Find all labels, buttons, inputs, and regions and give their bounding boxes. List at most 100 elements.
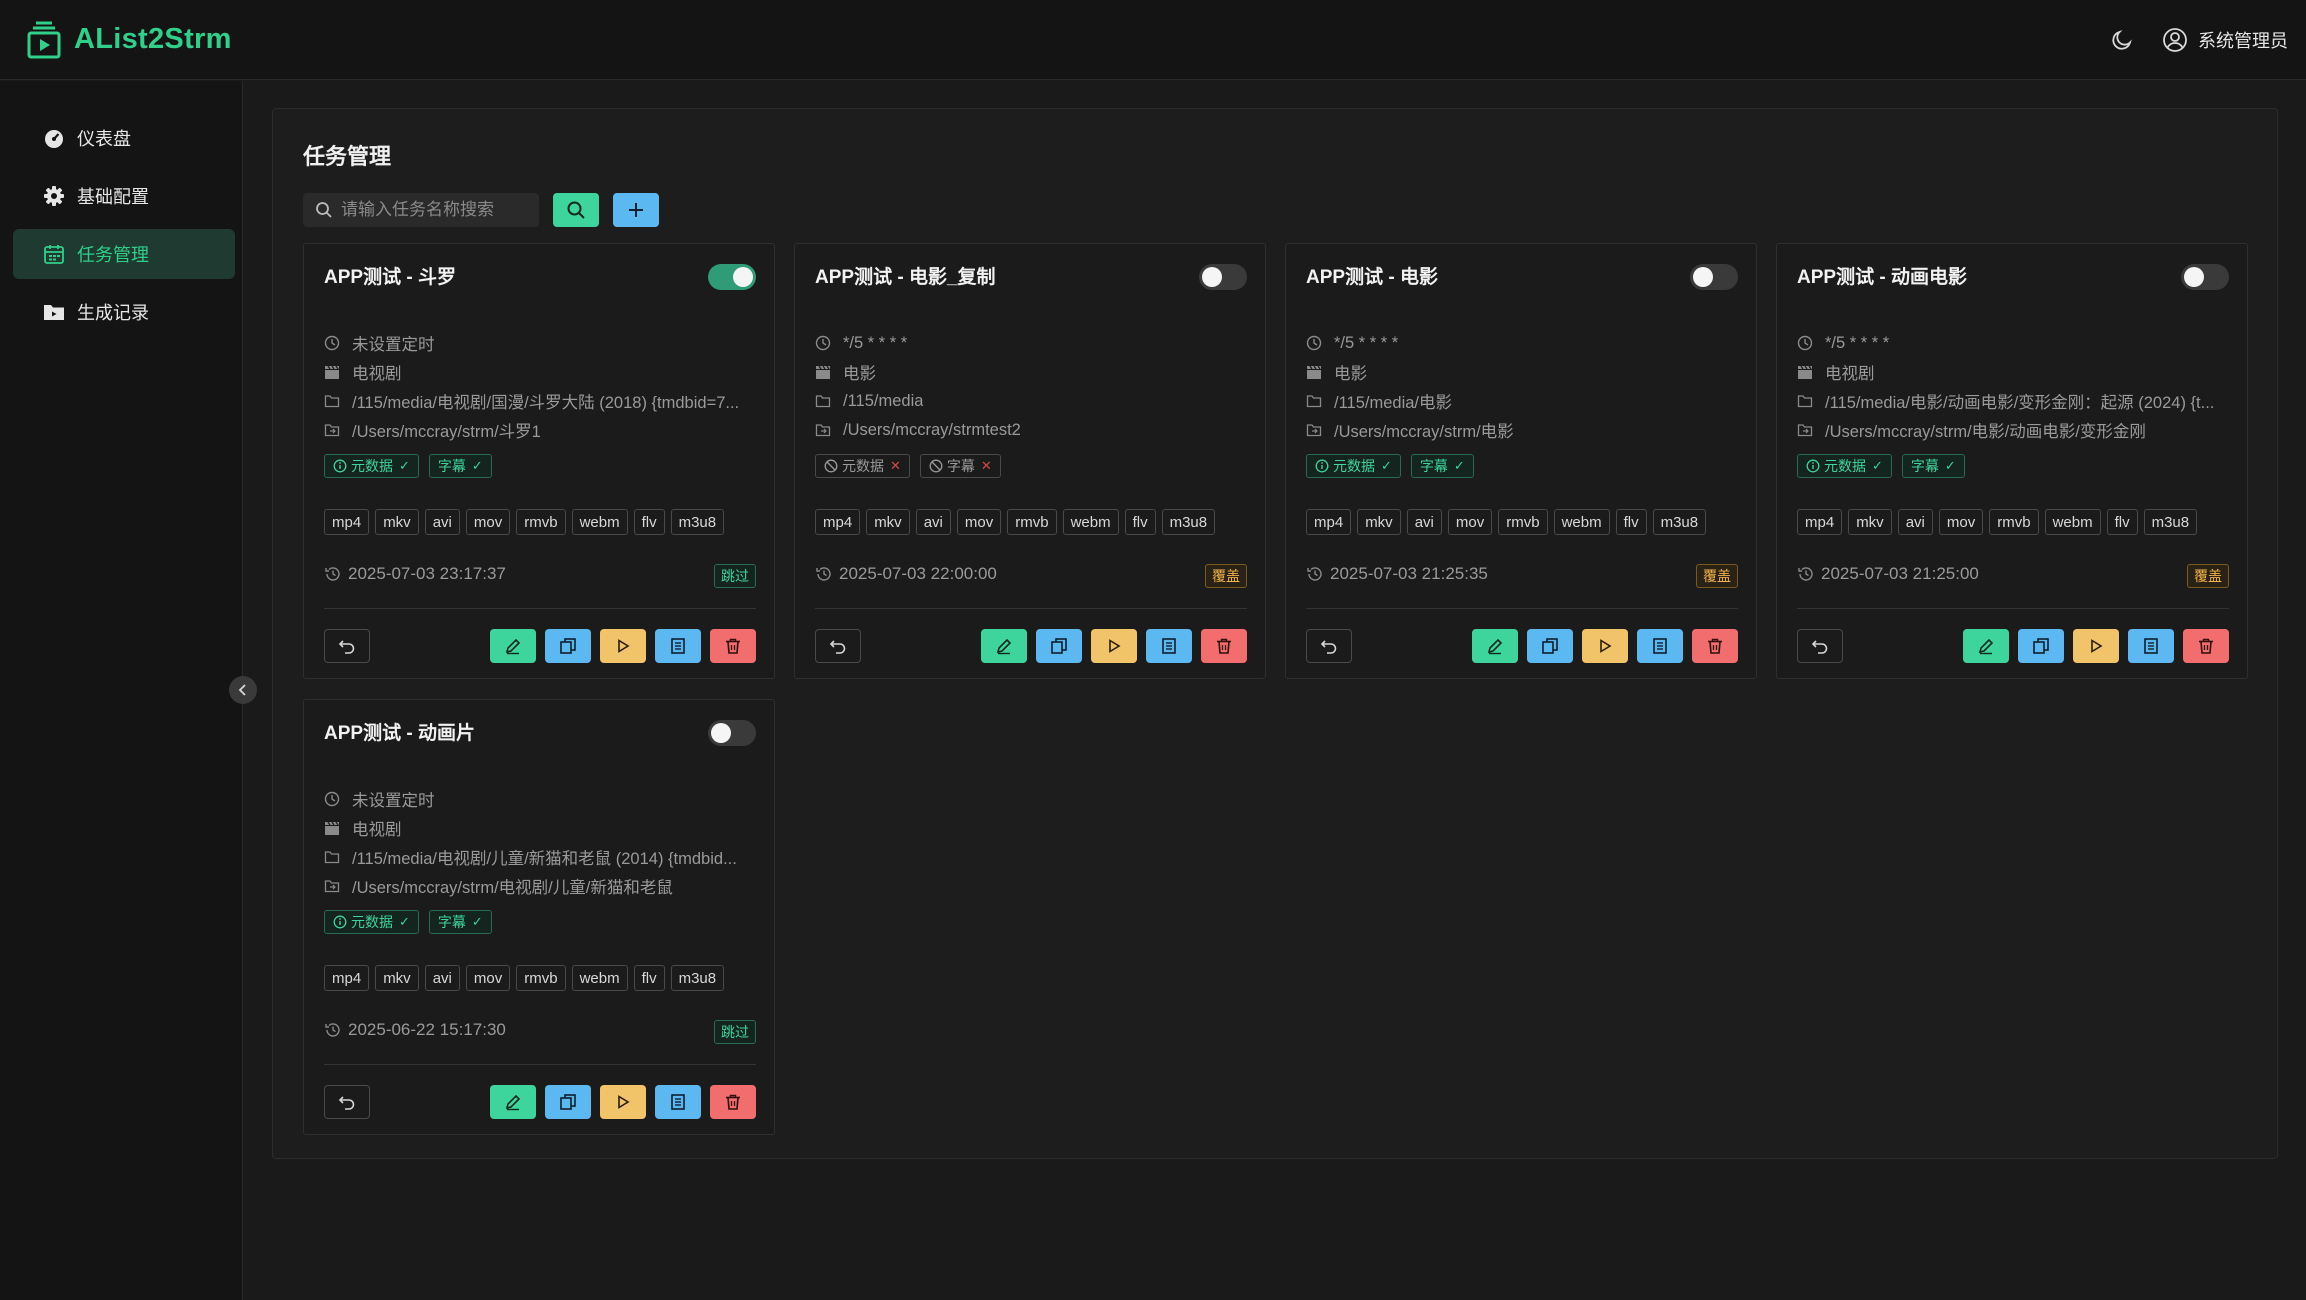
ext-tag: mkv [1357, 509, 1401, 535]
pencil-icon [505, 638, 521, 655]
brand[interactable]: AList2Strm [26, 20, 232, 60]
moon-icon [2112, 29, 2132, 50]
check-icon: ✓ [471, 914, 483, 929]
pencil-icon [1978, 638, 1994, 655]
sidebar-item-generation-records[interactable]: 生成记录 [13, 287, 235, 337]
ext-tag: mov [1938, 509, 1984, 535]
play-icon [2091, 639, 2103, 653]
sidebar-item-label: 任务管理 [77, 245, 149, 265]
metadata-badge: 元数据 ✓ [1306, 454, 1401, 478]
gear-icon [44, 186, 64, 206]
info-icon [1806, 459, 1820, 473]
ext-tag: m3u8 [670, 509, 725, 535]
check-icon: ✓ [399, 458, 410, 473]
log-button[interactable] [655, 629, 701, 663]
history-icon [816, 567, 831, 581]
sidebar-item-dashboard[interactable]: 仪表盘 [13, 113, 235, 163]
ext-tag: mp4 [1797, 509, 1843, 535]
trash-icon [1217, 638, 1231, 654]
metadata-badge: 元数据 ✓ [1797, 454, 1892, 478]
chevron-left-icon [238, 684, 246, 696]
extension-tags: mp4 mkv avi mov rmvb webm flv m3u8 [1797, 509, 2203, 535]
check-icon: ✓ [471, 458, 483, 473]
search-button[interactable] [553, 193, 599, 227]
user-menu[interactable]: 系统管理员 [2162, 27, 2288, 53]
mode-badge: 跳过 [714, 1020, 756, 1044]
ext-tag: mkv [866, 509, 910, 535]
pencil-icon [505, 1094, 521, 1111]
ext-tag: mp4 [324, 965, 370, 991]
delete-button[interactable] [2183, 629, 2229, 663]
copy-icon [560, 1094, 576, 1110]
log-button[interactable] [2128, 629, 2174, 663]
last-run-time: 2025-07-03 23:17:37 [324, 564, 506, 584]
mode-badge: 覆盖 [1696, 564, 1738, 588]
task-enable-toggle[interactable] [1199, 264, 1247, 290]
run-button[interactable] [600, 1085, 646, 1119]
edit-button[interactable] [1472, 629, 1518, 663]
edit-button[interactable] [490, 1085, 536, 1119]
disabled-icon [824, 459, 838, 473]
ext-tag: m3u8 [1161, 509, 1216, 535]
task-enable-toggle[interactable] [1690, 264, 1738, 290]
folder-export-icon [324, 424, 340, 437]
search-field[interactable] [303, 193, 539, 227]
reset-button[interactable] [324, 629, 370, 663]
task-source-path: /115/media/电影/动画电影/变形金刚：起源 (2024) {t... [1797, 390, 2233, 412]
task-schedule: */5 * * * * [815, 332, 1251, 354]
delete-button[interactable] [710, 629, 756, 663]
reset-button[interactable] [815, 629, 861, 663]
sidebar-collapse-button[interactable] [229, 676, 257, 704]
info-icon [333, 459, 347, 473]
run-button[interactable] [1091, 629, 1137, 663]
dark-mode-toggle[interactable] [2108, 26, 2136, 54]
copy-button[interactable] [1527, 629, 1573, 663]
copy-button[interactable] [2018, 629, 2064, 663]
trash-icon [726, 638, 740, 654]
mode-badge: 覆盖 [2187, 564, 2229, 588]
metadata-badge: 元数据 ✓ [324, 910, 419, 934]
reset-button[interactable] [1306, 629, 1352, 663]
delete-button[interactable] [710, 1085, 756, 1119]
folder-icon [324, 395, 340, 408]
run-button[interactable] [600, 629, 646, 663]
copy-button[interactable] [1036, 629, 1082, 663]
disabled-icon [929, 459, 943, 473]
add-task-button[interactable] [613, 193, 659, 227]
copy-button[interactable] [545, 629, 591, 663]
ext-tag: flv [633, 509, 665, 535]
reset-button[interactable] [324, 1085, 370, 1119]
task-source-path: /115/media [815, 390, 1251, 412]
copy-icon [1542, 638, 1558, 654]
edit-button[interactable] [981, 629, 1027, 663]
extension-tags: mp4 mkv avi mov rmvb webm flv m3u8 [815, 509, 1221, 535]
task-enable-toggle[interactable] [708, 264, 756, 290]
undo-icon [1320, 640, 1337, 654]
folder-export-icon [1306, 424, 1322, 437]
run-button[interactable] [2073, 629, 2119, 663]
sidebar-item-label: 仪表盘 [77, 129, 131, 149]
sidebar-item-label: 生成记录 [77, 303, 149, 323]
ext-tag: mkv [375, 965, 419, 991]
history-icon [325, 1023, 340, 1037]
log-button[interactable] [1146, 629, 1192, 663]
task-enable-toggle[interactable] [2181, 264, 2229, 290]
delete-button[interactable] [1692, 629, 1738, 663]
edit-button[interactable] [1963, 629, 2009, 663]
search-input[interactable] [341, 200, 531, 220]
ext-tag: mp4 [324, 509, 370, 535]
reset-button[interactable] [1797, 629, 1843, 663]
last-run-time: 2025-06-22 15:17:30 [324, 1020, 506, 1040]
copy-button[interactable] [545, 1085, 591, 1119]
delete-button[interactable] [1201, 629, 1247, 663]
run-button[interactable] [1582, 629, 1628, 663]
edit-button[interactable] [490, 629, 536, 663]
sidebar-item-basic-config[interactable]: 基础配置 [13, 171, 235, 221]
task-enable-toggle[interactable] [708, 720, 756, 746]
page-title: 任务管理 [303, 144, 392, 169]
sidebar-item-task-management[interactable]: 任务管理 [13, 229, 235, 279]
mode-badge: 覆盖 [1205, 564, 1247, 588]
ext-tag: mkv [375, 509, 419, 535]
log-button[interactable] [1637, 629, 1683, 663]
log-button[interactable] [655, 1085, 701, 1119]
